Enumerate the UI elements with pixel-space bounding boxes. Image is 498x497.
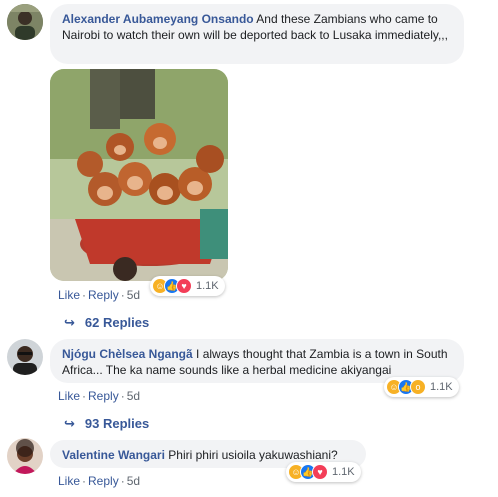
like-link[interactable]: Like: [58, 288, 80, 302]
love-reaction-icon: ♥: [176, 278, 192, 294]
comment-actions: Like · Reply · 5d: [58, 288, 141, 302]
reply-arrow-icon: ↪: [64, 315, 75, 330]
reply-link[interactable]: Reply: [88, 288, 119, 302]
avatar-njogu[interactable]: [7, 339, 43, 375]
comment-author[interactable]: Valentine Wangari: [62, 448, 165, 462]
timestamp[interactable]: 5d: [127, 288, 140, 302]
reactions-summary[interactable]: ☺ 👍 ♥ 1.1K: [286, 462, 361, 482]
comment-author[interactable]: Njógu Chèlsea Ngangã: [62, 347, 193, 361]
avatar-image: [7, 4, 43, 40]
reply-link[interactable]: Reply: [88, 474, 119, 488]
reply-arrow-icon: ↪: [64, 416, 75, 431]
comment-author[interactable]: Alexander Aubameyang Onsando: [62, 12, 254, 26]
view-replies-link[interactable]: ↪ 62 Replies: [64, 315, 149, 331]
like-link[interactable]: Like: [58, 474, 80, 488]
avatar-image: [7, 438, 43, 474]
avatar-valentine[interactable]: [7, 438, 43, 474]
comment-photo[interactable]: [50, 69, 228, 281]
comment-bubble: Alexander Aubameyang Onsando And these Z…: [50, 4, 464, 64]
comment-actions: Like · Reply · 5d: [58, 474, 141, 488]
reply-link[interactable]: Reply: [88, 389, 119, 403]
comment-actions: Like · Reply · 5d: [58, 389, 141, 403]
replies-count: 62 Replies: [84, 315, 150, 330]
reaction-count: 1.1K: [430, 381, 453, 393]
avatar-image: [7, 339, 43, 375]
comment-text: Phiri phiri usioila yakuwashiani?: [168, 448, 338, 462]
orangutans-wheelbarrow-image: [50, 69, 228, 281]
reaction-count: 1.1K: [332, 466, 355, 478]
replies-count: 93 Replies: [84, 416, 150, 431]
love-reaction-icon: ♥: [312, 464, 328, 480]
reactions-summary[interactable]: ☺ 👍 o 1.1K: [384, 377, 459, 397]
reactions-summary[interactable]: ☺ 👍 ♥ 1.1K: [150, 276, 225, 296]
avatar-alexander[interactable]: [7, 4, 43, 40]
timestamp[interactable]: 5d: [127, 474, 140, 488]
reaction-count: 1.1K: [196, 280, 219, 292]
view-replies-link[interactable]: ↪ 93 Replies: [64, 416, 149, 432]
like-link[interactable]: Like: [58, 389, 80, 403]
timestamp[interactable]: 5d: [127, 389, 140, 403]
wow-reaction-icon: o: [410, 379, 426, 395]
